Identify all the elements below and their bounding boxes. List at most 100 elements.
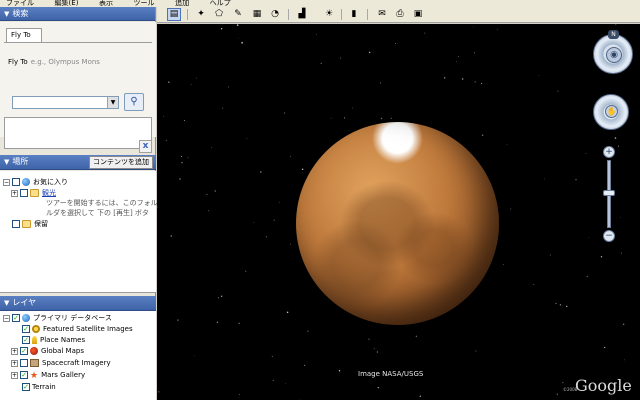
checkbox-checked[interactable]: ✓ — [20, 347, 28, 355]
layer-label: Terrain — [32, 383, 56, 391]
search-panel-header[interactable]: ▼ 検索 — [0, 7, 155, 21]
star-dot — [181, 162, 183, 164]
tab-body — [4, 42, 152, 97]
list-item[interactable]: − ✓ プライマリ データベース — [3, 313, 112, 324]
star-dot — [444, 77, 446, 79]
menu-view[interactable]: 表示 — [99, 0, 113, 7]
search-panel: Fly To Fly To e.g., Olympus Mons ▼ ⚲ — [0, 22, 156, 149]
spacecraft-icon — [30, 359, 39, 367]
dropdown-arrow-icon[interactable]: ▼ — [107, 97, 118, 108]
checkbox-checked[interactable]: ✓ — [22, 336, 30, 344]
add-path-button[interactable]: ✎ — [231, 8, 245, 21]
checkbox-checked[interactable]: ✓ — [20, 371, 28, 379]
menu-tools[interactable]: ツール — [134, 0, 155, 7]
star-dot — [585, 153, 587, 154]
checkbox[interactable] — [20, 359, 28, 367]
add-content-button[interactable]: コンテンツを追加 — [89, 156, 153, 169]
star-dot — [575, 179, 577, 181]
ruler-button[interactable]: ▮ — [347, 8, 361, 21]
menu-add[interactable]: 追加 — [175, 0, 189, 7]
print-button[interactable]: ⎙ — [393, 8, 407, 21]
star-dot — [214, 190, 217, 192]
expand-icon[interactable]: + — [11, 359, 18, 367]
star-dot — [368, 338, 370, 340]
flyto-input[interactable]: ▼ — [12, 96, 119, 109]
list-item[interactable]: − お気に入り — [3, 177, 68, 188]
star-dot — [165, 139, 167, 142]
checkbox-checked[interactable]: ✓ — [22, 383, 30, 391]
zoom-slider[interactable]: + − — [603, 146, 615, 242]
star-dot — [228, 86, 230, 88]
record-tour-button[interactable]: ◔ — [268, 8, 282, 21]
email-button[interactable]: ✉ — [375, 8, 389, 21]
checkbox[interactable] — [20, 189, 28, 197]
north-indicator[interactable]: N — [608, 30, 619, 39]
hand-icon: ✋ — [605, 105, 618, 118]
sidebar-toggle-button[interactable]: ▤ — [167, 8, 181, 21]
ruler-icon: ▮ — [351, 9, 357, 19]
overlay-icon: ▦ — [252, 9, 262, 19]
tab-fly-to[interactable]: Fly To — [6, 28, 42, 42]
zoom-in-button[interactable]: + — [603, 146, 615, 158]
search-button[interactable]: ⚲ — [124, 93, 144, 111]
checkbox-checked[interactable]: ✓ — [22, 325, 30, 333]
view-in-maps-button[interactable]: ▣ — [411, 8, 425, 21]
expand-icon[interactable]: + — [11, 347, 18, 355]
list-item[interactable]: + Spacecraft Imagery — [11, 358, 111, 369]
star-dot — [183, 119, 185, 122]
look-ring[interactable]: ◉ — [593, 34, 633, 74]
checkbox-checked[interactable]: ✓ — [12, 314, 20, 322]
pin-icon — [32, 336, 37, 344]
menu-file[interactable]: ファイル — [6, 0, 34, 7]
historical-imagery-button[interactable]: ▟ — [295, 8, 309, 21]
look-control[interactable]: ◉ N — [593, 30, 635, 92]
list-item[interactable]: + ✓ ★ Mars Gallery — [11, 370, 85, 381]
star-dot — [290, 243, 291, 245]
star-dot — [615, 24, 617, 26]
places-panel-header[interactable]: ▼ 場所 コンテンツを追加 — [0, 155, 156, 170]
add-placemark-button[interactable]: ✦ — [194, 8, 208, 21]
collapse-triangle-icon[interactable]: ▼ — [4, 158, 9, 166]
list-item[interactable]: 保留 — [12, 219, 48, 230]
tour-link[interactable]: 観光 — [42, 189, 56, 197]
expand-icon[interactable]: + — [11, 189, 18, 197]
star-dot — [246, 137, 248, 139]
list-item[interactable]: ✓ Featured Satellite Images — [22, 324, 133, 335]
satellite-icon — [32, 325, 40, 333]
path-icon: ✎ — [234, 9, 242, 19]
places-tree: − お気に入り + 観光 ツアーを開始するには、このフォル ルダを選択して 下の [… — [0, 171, 158, 293]
star-dot — [472, 26, 474, 28]
checkbox[interactable] — [12, 220, 20, 228]
collapse-icon[interactable]: − — [3, 178, 10, 186]
checkbox[interactable] — [12, 178, 20, 186]
collapse-triangle-icon[interactable]: ▼ — [4, 299, 9, 307]
expand-icon[interactable]: + — [11, 371, 18, 379]
collapse-triangle-icon[interactable]: ▼ — [4, 10, 9, 18]
search-panel-title: 検索 — [12, 9, 29, 18]
star-dot — [238, 394, 240, 396]
menu-help[interactable]: ヘルプ — [210, 0, 231, 7]
star-dot — [187, 157, 189, 159]
close-search-button[interactable]: x — [139, 140, 152, 153]
star-dot — [181, 155, 183, 157]
add-polygon-button[interactable]: ⬠ — [212, 8, 226, 21]
layers-panel-header[interactable]: ▼ レイヤ — [0, 296, 156, 311]
temp-places-label: 保留 — [34, 220, 48, 228]
star-dot — [168, 81, 170, 83]
sun-button[interactable]: ☀ — [322, 8, 336, 21]
layers-panel-title: レイヤ — [12, 298, 37, 307]
list-item[interactable]: ✓ Place Names — [22, 335, 85, 346]
zoom-out-button[interactable]: − — [603, 230, 615, 242]
mars-globe[interactable] — [296, 122, 499, 325]
collapse-icon[interactable]: − — [3, 314, 10, 322]
menu-edit[interactable]: 編集(E) — [55, 0, 79, 7]
move-control[interactable]: ✋ — [593, 94, 629, 130]
globe-viewport[interactable]: ◉ N ✋ + − Image NASA/USGS ©2008 Google — [157, 24, 640, 400]
list-item[interactable]: ✓ Terrain — [22, 382, 56, 393]
list-item[interactable]: + ✓ Global Maps — [11, 346, 84, 357]
globe-icon — [22, 178, 30, 186]
star-dot — [289, 156, 291, 158]
star-dot — [157, 206, 158, 208]
add-overlay-button[interactable]: ▦ — [250, 8, 264, 21]
zoom-handle[interactable] — [603, 190, 615, 196]
